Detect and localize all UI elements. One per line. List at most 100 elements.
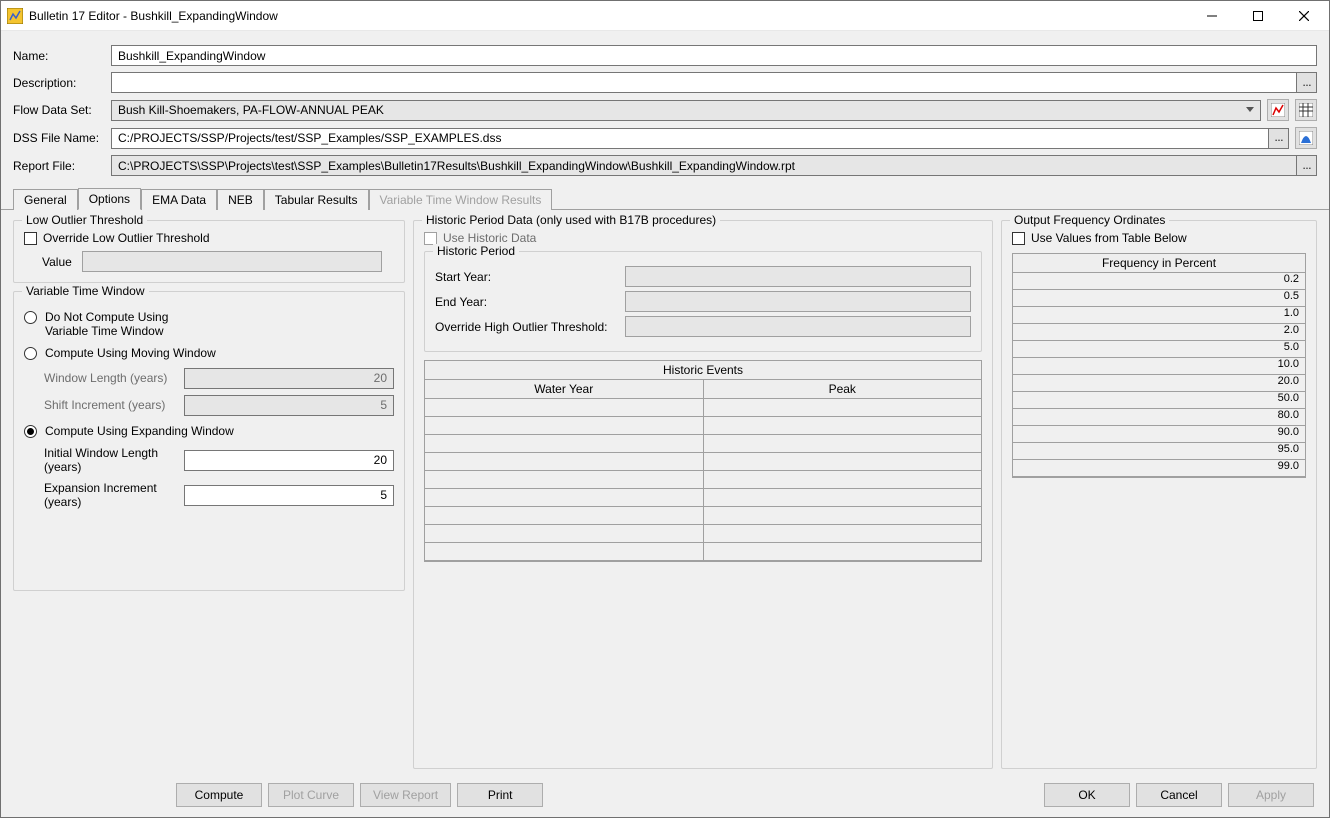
use-table-values-label: Use Values from Table Below [1031,231,1187,245]
table-icon-button[interactable] [1295,99,1317,121]
window-length-input: 20 [184,368,394,389]
tab-neb[interactable]: NEB [217,189,264,210]
dss-field[interactable]: … [111,128,1289,149]
initial-window-length-input[interactable]: 20 [184,450,394,471]
titlebar: Bulletin 17 Editor - Bushkill_ExpandingW… [1,1,1329,31]
tab-general[interactable]: General [13,189,78,210]
historic-period-fieldset: Historic Period Data (only used with B17… [413,220,993,769]
frequency-cell[interactable]: 80.0 [1013,409,1305,426]
report-label: Report File: [13,159,105,173]
compute-button[interactable]: Compute [176,783,262,807]
initial-window-length-label: Initial Window Length (years) [44,446,176,475]
low-outlier-legend: Low Outlier Threshold [22,213,147,227]
vtw-legend: Variable Time Window [22,284,149,298]
flowset-dropdown[interactable]: Bush Kill-Shoemakers, PA-FLOW-ANNUAL PEA… [111,100,1261,121]
table-row[interactable] [425,399,981,417]
frequency-cell[interactable]: 90.0 [1013,426,1305,443]
report-field: C:\PROJECTS\SSP\Projects\test\SSP_Exampl… [111,155,1317,176]
frequency-cell[interactable]: 0.5 [1013,290,1305,307]
report-browse-button[interactable]: … [1296,155,1317,176]
name-input[interactable] [118,49,1310,63]
table-row[interactable] [425,489,981,507]
ok-button[interactable]: OK [1044,783,1130,807]
plot-icon-button[interactable] [1267,99,1289,121]
vtw-radio-none[interactable] [24,311,37,324]
table-row[interactable] [425,507,981,525]
window-length-label: Window Length (years) [44,371,176,385]
curve-icon-button[interactable] [1295,127,1317,149]
options-panel: Low Outlier Threshold Override Low Outli… [1,210,1329,777]
use-historic-checkbox [424,232,437,245]
chevron-down-icon [1246,107,1254,112]
vtw-radio-moving-label: Compute Using Moving Window [45,346,216,360]
app-icon [7,8,23,24]
override-high-outlier-input [625,316,971,337]
expansion-increment-label: Expansion Increment (years) [44,481,176,510]
frequency-cell[interactable]: 20.0 [1013,375,1305,392]
name-field[interactable] [111,45,1317,66]
maximize-button[interactable] [1235,1,1281,31]
historic-events-table: Historic Events Water Year Peak [424,360,982,562]
shift-increment-input: 5 [184,395,394,416]
dss-input[interactable] [118,131,1266,145]
frequency-cell[interactable]: 2.0 [1013,324,1305,341]
description-browse-button[interactable]: … [1296,72,1317,93]
output-frequency-fieldset: Output Frequency Ordinates Use Values fr… [1001,220,1317,769]
table-row[interactable] [425,525,981,543]
vtw-radio-none-label: Do Not Compute Using Variable Time Windo… [45,310,168,338]
expansion-increment-input[interactable]: 5 [184,485,394,506]
tab-variable-time-window-results: Variable Time Window Results [369,189,553,210]
close-button[interactable] [1281,1,1327,31]
table-row[interactable] [425,417,981,435]
frequency-cell[interactable]: 1.0 [1013,307,1305,324]
tab-tabular-results[interactable]: Tabular Results [264,189,369,210]
shift-increment-label: Shift Increment (years) [44,398,176,412]
tab-ema-data[interactable]: EMA Data [141,189,217,210]
frequency-cell[interactable]: 5.0 [1013,341,1305,358]
col-water-year: Water Year [425,380,704,399]
use-table-values-checkbox[interactable] [1012,232,1025,245]
table-row[interactable] [425,435,981,453]
table-row[interactable] [425,453,981,471]
historic-events-header: Historic Events [425,361,981,380]
override-low-outlier-checkbox[interactable] [24,232,37,245]
plot-curve-button: Plot Curve [268,783,354,807]
frequency-cell[interactable]: 95.0 [1013,443,1305,460]
tab-options[interactable]: Options [78,188,141,210]
frequency-cell[interactable]: 10.0 [1013,358,1305,375]
frequency-cell[interactable]: 50.0 [1013,392,1305,409]
variable-time-window-fieldset: Variable Time Window Do Not Compute Usin… [13,291,405,591]
frequency-cell[interactable]: 99.0 [1013,460,1305,477]
view-report-button: View Report [360,783,451,807]
dss-label: DSS File Name: [13,131,105,145]
window-title: Bulletin 17 Editor - Bushkill_ExpandingW… [29,9,1189,23]
historic-period-subfieldset: Historic Period Start Year: End Year: Ov… [424,251,982,352]
col-peak: Peak [704,380,982,399]
description-field[interactable]: … [111,72,1317,93]
vtw-radio-moving[interactable] [24,347,37,360]
flowset-value: Bush Kill-Shoemakers, PA-FLOW-ANNUAL PEA… [118,103,384,117]
name-label: Name: [13,49,105,63]
end-year-label: End Year: [435,295,617,309]
low-outlier-value-input [82,251,382,272]
output-frequency-legend: Output Frequency Ordinates [1010,213,1169,227]
frequency-header: Frequency in Percent [1013,254,1305,273]
dss-browse-button[interactable]: … [1268,128,1289,149]
tabbar: General Options EMA Data NEB Tabular Res… [1,188,1329,210]
cancel-button[interactable]: Cancel [1136,783,1222,807]
report-value: C:\PROJECTS\SSP\Projects\test\SSP_Exampl… [118,159,795,173]
start-year-input [625,266,971,287]
minimize-button[interactable] [1189,1,1235,31]
historic-period-legend: Historic Period [433,244,519,258]
table-row[interactable] [425,471,981,489]
bottom-button-bar: Compute Plot Curve View Report Print OK … [1,777,1329,817]
flowset-label: Flow Data Set: [13,103,105,117]
end-year-input [625,291,971,312]
vtw-radio-expanding[interactable] [24,425,37,438]
print-button[interactable]: Print [457,783,543,807]
low-outlier-value-label: Value [42,255,72,269]
description-input[interactable] [118,76,1294,90]
table-row[interactable] [425,543,981,561]
frequency-table: Frequency in Percent 0.20.51.02.05.010.0… [1012,253,1306,478]
frequency-cell[interactable]: 0.2 [1013,273,1305,290]
